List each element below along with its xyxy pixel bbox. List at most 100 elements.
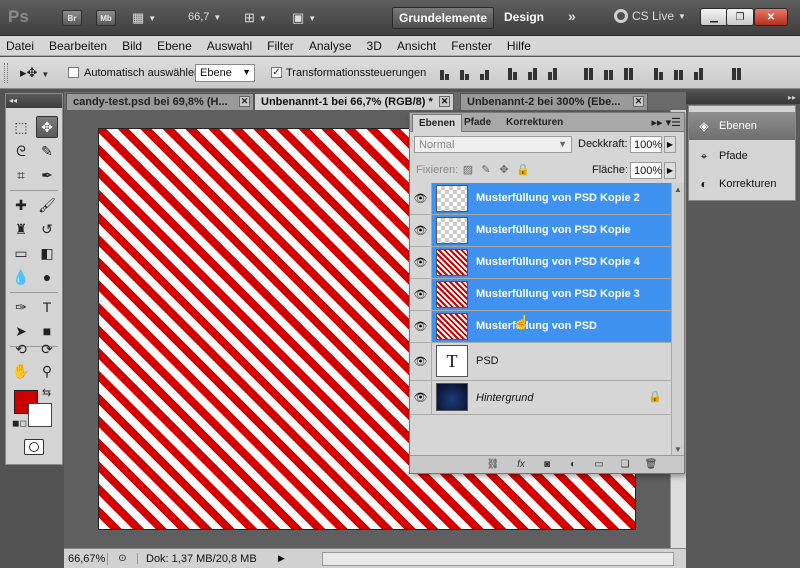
menu-hilfe[interactable]: Hilfe xyxy=(507,39,531,53)
distribute-bottom-icon[interactable] xyxy=(620,66,636,80)
3d-orbit-tool-icon[interactable]: ⟳ xyxy=(36,338,58,360)
dock-header[interactable]: ▸▸ xyxy=(686,92,800,104)
clone-stamp-tool-icon[interactable]: ♜ xyxy=(10,218,32,240)
visibility-eye-icon[interactable]: 👁 xyxy=(410,311,432,342)
dock-item-pfade[interactable]: ⌖ Pfade xyxy=(689,142,795,170)
tab-pfade[interactable]: Pfade xyxy=(458,114,497,132)
healing-brush-tool-icon[interactable]: ✚ xyxy=(10,194,32,216)
visibility-eye-icon[interactable]: 👁 xyxy=(410,247,432,278)
workspace-more-button[interactable]: » xyxy=(568,8,576,24)
distribute-left-icon[interactable] xyxy=(650,66,666,80)
lock-position-icon[interactable]: ✥ xyxy=(498,164,510,176)
brush-tool-icon[interactable]: 🖌 xyxy=(36,194,58,216)
zoom-level-field[interactable]: 66,7 ▼ xyxy=(188,11,221,23)
layer-row[interactable]: 👁 Musterfüllung von PSD Kopie 4 xyxy=(410,247,672,279)
default-colors-icon[interactable]: ◼◻ xyxy=(12,418,27,429)
options-bar-grip[interactable] xyxy=(4,63,8,83)
distribute-vertical-center-icon[interactable] xyxy=(600,66,616,80)
gradient-tool-icon[interactable]: ◧ xyxy=(36,242,58,264)
workspace-grundelemente-button[interactable]: Grundelemente xyxy=(392,7,494,29)
align-left-icon[interactable] xyxy=(504,66,520,80)
blend-mode-dropdown[interactable]: Normal ▼ xyxy=(414,136,572,153)
menu-bearbeiten[interactable]: Bearbeiten xyxy=(49,39,107,53)
hand-tool-icon[interactable]: ✋ xyxy=(10,360,32,382)
lock-pixels-icon[interactable]: ✎ xyxy=(480,164,492,176)
cs-live-button[interactable]: CS Live ▼ xyxy=(614,9,686,23)
align-top-icon[interactable] xyxy=(436,66,452,80)
visibility-eye-icon[interactable]: 👁 xyxy=(410,343,432,380)
menu-datei[interactable]: Datei xyxy=(6,39,34,53)
transform-controls-checkbox[interactable]: ✓ xyxy=(271,67,282,78)
tools-panel-header[interactable]: ◂◂ xyxy=(6,94,62,108)
panel-menu-icon[interactable]: ▸▸ ▾☰ xyxy=(652,116,681,129)
menu-analyse[interactable]: Analyse xyxy=(309,39,352,53)
scroll-down-icon[interactable]: ▼ xyxy=(674,445,682,454)
tab-korrekturen[interactable]: Korrekturen xyxy=(500,114,569,132)
status-zoom-field[interactable]: 66,67% xyxy=(64,552,108,565)
minimize-button[interactable]: ▁ xyxy=(700,8,728,26)
dodge-tool-icon[interactable]: ● xyxy=(36,266,58,288)
menu-filter[interactable]: Filter xyxy=(267,39,294,53)
new-group-icon[interactable]: ▭ xyxy=(592,458,606,471)
menu-auswahl[interactable]: Auswahl xyxy=(207,39,252,53)
opacity-slider-button[interactable]: ▶ xyxy=(664,136,676,153)
horizontal-scrollbar[interactable] xyxy=(322,552,674,566)
eyedropper-tool-icon[interactable]: ✒ xyxy=(36,164,58,186)
align-right-icon[interactable] xyxy=(544,66,560,80)
swap-colors-icon[interactable]: ⇆ xyxy=(42,386,51,399)
quick-mask-button[interactable] xyxy=(24,439,44,455)
adjustment-layer-icon[interactable]: ◐ xyxy=(566,458,580,471)
close-button[interactable]: ✕ xyxy=(754,8,788,26)
opacity-field[interactable]: 100% xyxy=(630,136,662,153)
marquee-tool-icon[interactable]: ⬚ xyxy=(10,116,32,138)
fill-field[interactable]: 100% xyxy=(630,162,662,179)
visibility-eye-icon[interactable]: 👁 xyxy=(410,279,432,310)
visibility-eye-icon[interactable]: 👁 xyxy=(410,215,432,246)
align-vertical-center-icon[interactable] xyxy=(456,66,472,80)
menu-ebene[interactable]: Ebene xyxy=(157,39,192,53)
close-tab-icon[interactable]: ✕ xyxy=(633,96,644,107)
align-horizontal-center-icon[interactable] xyxy=(524,66,540,80)
tab-ebenen[interactable]: Ebenen xyxy=(412,114,463,132)
type-tool-icon[interactable]: T xyxy=(36,296,58,318)
distribute-horizontal-center-icon[interactable] xyxy=(670,66,686,80)
distribute-top-icon[interactable] xyxy=(580,66,596,80)
lasso-tool-icon[interactable]: ᘓ xyxy=(10,140,32,162)
minibridge-button[interactable]: Mb xyxy=(96,8,116,28)
arrange-documents-button[interactable]: ⊞ ▼ xyxy=(244,8,267,28)
layer-row[interactable]: 👁 Musterfüllung von PSD Kopie xyxy=(410,215,672,247)
auto-select-checkbox[interactable] xyxy=(68,67,79,78)
fill-slider-button[interactable]: ▶ xyxy=(664,162,676,179)
blur-tool-icon[interactable]: 💧 xyxy=(10,266,32,288)
close-tab-icon[interactable]: ✕ xyxy=(239,96,250,107)
bridge-button[interactable]: Br xyxy=(62,8,82,28)
visibility-eye-icon[interactable]: 👁 xyxy=(410,183,432,214)
zoom-tool-icon[interactable]: ⚲ xyxy=(36,360,58,382)
status-info-icon[interactable]: ⊙ xyxy=(108,553,138,564)
restore-button[interactable]: ❐ xyxy=(726,8,754,26)
dock-item-korrekturen[interactable]: ◐ Korrekturen xyxy=(689,170,795,198)
crop-tool-icon[interactable]: ⌗ xyxy=(10,164,32,186)
layer-style-icon[interactable]: fx xyxy=(514,458,528,471)
quick-selection-tool-icon[interactable]: ✎ xyxy=(36,140,58,162)
scroll-up-icon[interactable]: ▲ xyxy=(674,185,682,194)
layer-row[interactable]: 👁 Musterfüllung von PSD Kopie 2 xyxy=(410,183,672,215)
menu-fenster[interactable]: Fenster xyxy=(451,39,492,53)
history-brush-tool-icon[interactable]: ↺ xyxy=(36,218,58,240)
view-extras-button[interactable]: ▦ ▼ xyxy=(132,8,156,28)
lock-transparency-icon[interactable]: ▨ xyxy=(462,164,474,176)
auto-select-dropdown[interactable]: Ebene ▼ xyxy=(195,64,255,82)
menu-bild[interactable]: Bild xyxy=(122,39,142,53)
tab-unbenannt-2[interactable]: Unbenannt-2 bei 300% (Ebe... ✕ xyxy=(460,93,648,110)
tab-unbenannt-1[interactable]: Unbenannt-1 bei 66,7% (RGB/8) * ✕ xyxy=(254,93,454,110)
auto-align-layers-icon[interactable] xyxy=(728,66,744,80)
pen-tool-icon[interactable]: ✑ xyxy=(10,296,32,318)
add-mask-icon[interactable]: ◙ xyxy=(540,458,554,471)
distribute-right-icon[interactable] xyxy=(690,66,706,80)
align-bottom-icon[interactable] xyxy=(476,66,492,80)
layer-row[interactable]: 👁 Musterfüllung von PSD xyxy=(410,311,672,343)
new-layer-icon[interactable]: ❏ xyxy=(618,458,632,471)
menu-ansicht[interactable]: Ansicht xyxy=(397,39,436,53)
3d-rotate-tool-icon[interactable]: ⟲ xyxy=(10,338,32,360)
close-tab-icon[interactable]: ✕ xyxy=(439,96,450,107)
